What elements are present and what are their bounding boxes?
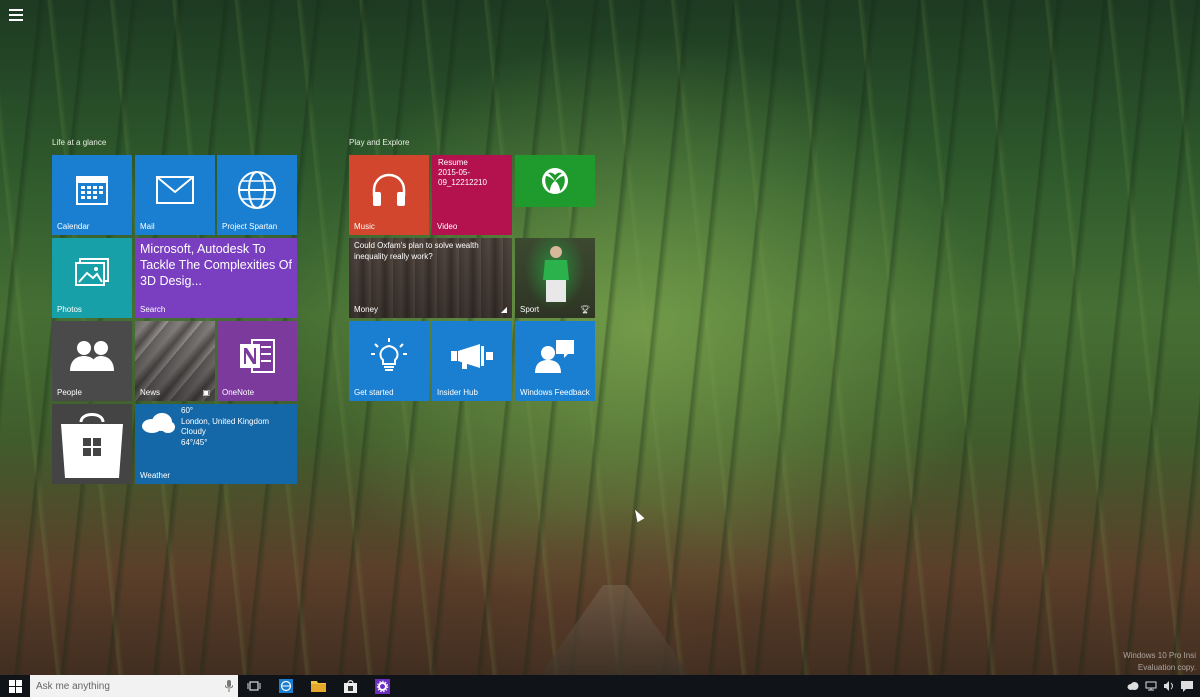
tile-label: Money (354, 305, 379, 314)
microphone-icon[interactable] (220, 680, 238, 692)
onenote-icon (239, 337, 275, 375)
wallpaper-path (540, 585, 690, 675)
tile-store[interactable] (52, 404, 132, 484)
mail-icon (156, 176, 194, 205)
tile-search[interactable]: Microsoft, Autodesk To Tackle The Comple… (135, 238, 297, 318)
tile-label: Weather (140, 471, 171, 480)
settings-icon[interactable] (366, 675, 398, 697)
money-headline: Could Oxfam's plan to solve wealth inequ… (354, 241, 479, 261)
volume-icon[interactable] (1162, 679, 1176, 693)
people-icon (69, 340, 115, 372)
tile-insider-hub[interactable]: Insider Hub (432, 321, 512, 401)
calendar-icon (75, 173, 109, 207)
group-title-life: Life at a glance (52, 138, 107, 147)
cloud-tray-icon[interactable] (1126, 679, 1140, 693)
tile-label: OneNote (222, 388, 255, 397)
chart-icon: ◢ (500, 305, 507, 314)
start-button[interactable] (0, 675, 30, 697)
tile-label: Mail (140, 222, 155, 231)
headphones-icon (370, 172, 408, 208)
newspaper-icon: ▣ (202, 388, 210, 397)
tile-mail[interactable]: Mail (135, 155, 215, 235)
video-filename: 2015-05-09_12212210 (438, 168, 487, 187)
photos-icon (75, 258, 109, 288)
tile-people[interactable]: People (52, 321, 132, 401)
tile-music[interactable]: Music (349, 155, 429, 235)
xbox-icon (541, 167, 569, 195)
watermark-line2: Evaluation copy. (1137, 663, 1196, 672)
feedback-icon (534, 338, 576, 374)
tile-weather[interactable]: 60° London, United Kingdom Cloudy 64°/45… (135, 404, 297, 484)
cortana-search-box[interactable] (30, 675, 238, 697)
tile-sport[interactable]: Sport 🏆︎ (515, 238, 595, 318)
tile-label: Video (437, 222, 458, 231)
tile-money[interactable]: Could Oxfam's plan to solve wealth inequ… (349, 238, 512, 318)
weather-range: 64°/45° (181, 437, 208, 447)
tile-photos[interactable]: Photos (52, 238, 132, 318)
taskbar (0, 675, 1200, 697)
task-view-icon[interactable] (238, 675, 270, 697)
tile-label: People (57, 388, 82, 397)
weather-location: London, United Kingdom (181, 416, 270, 426)
watermark: Windows 10 Pro Insi Evaluation copy. (1123, 650, 1196, 674)
weather-details: 60° London, United Kingdom Cloudy 64°/45… (181, 406, 269, 448)
search-input[interactable] (30, 676, 220, 696)
trophy-icon: 🏆︎ (579, 305, 590, 314)
megaphone-icon (450, 342, 494, 370)
edge-icon[interactable] (270, 675, 302, 697)
file-explorer-icon[interactable] (302, 675, 334, 697)
tile-label: Project Spartan (222, 222, 278, 231)
network-icon[interactable] (1144, 679, 1158, 693)
weather-condition: Cloudy (181, 427, 206, 436)
tile-news[interactable]: News ▣ (135, 321, 215, 401)
tile-label: Search (140, 305, 166, 314)
tile-windows-feedback[interactable]: Windows Feedback (515, 321, 595, 401)
store-icon (57, 408, 127, 480)
group-title-play: Play and Explore (349, 138, 410, 147)
video-resume-label: Resume (438, 158, 468, 167)
tile-label: Calendar (57, 222, 90, 231)
cloud-icon (140, 412, 176, 439)
action-center-icon[interactable] (1180, 679, 1194, 693)
store-icon[interactable] (334, 675, 366, 697)
athlete-photo (539, 244, 573, 309)
tile-label: Get started (354, 388, 394, 397)
hamburger-icon[interactable] (6, 6, 26, 24)
tile-label: Insider Hub (437, 388, 478, 397)
watermark-line1: Windows 10 Pro Insi (1123, 651, 1196, 660)
tile-label: Music (354, 222, 375, 231)
tile-video[interactable]: Resume 2015-05-09_12212210 Video (432, 155, 512, 235)
tile-label: Sport (520, 305, 540, 314)
tile-label: News (140, 388, 161, 397)
tile-onenote[interactable]: OneNote (217, 321, 297, 401)
globe-icon (237, 170, 277, 210)
tile-calendar[interactable]: Calendar (52, 155, 132, 235)
tile-project-spartan[interactable]: Project Spartan (217, 155, 297, 235)
weather-temp: 60° (181, 406, 194, 415)
windows-logo-icon (8, 679, 22, 693)
lightbulb-icon (370, 338, 408, 374)
video-resume: Resume 2015-05-09_12212210 (438, 158, 512, 188)
search-headline: Microsoft, Autodesk To Tackle The Comple… (140, 242, 292, 288)
system-tray (1126, 675, 1200, 697)
tile-label: Photos (57, 305, 82, 314)
tile-xbox[interactable] (515, 155, 595, 207)
mouse-cursor (631, 507, 645, 523)
tile-get-started[interactable]: Get started (349, 321, 429, 401)
tile-label: Windows Feedback (520, 388, 590, 397)
